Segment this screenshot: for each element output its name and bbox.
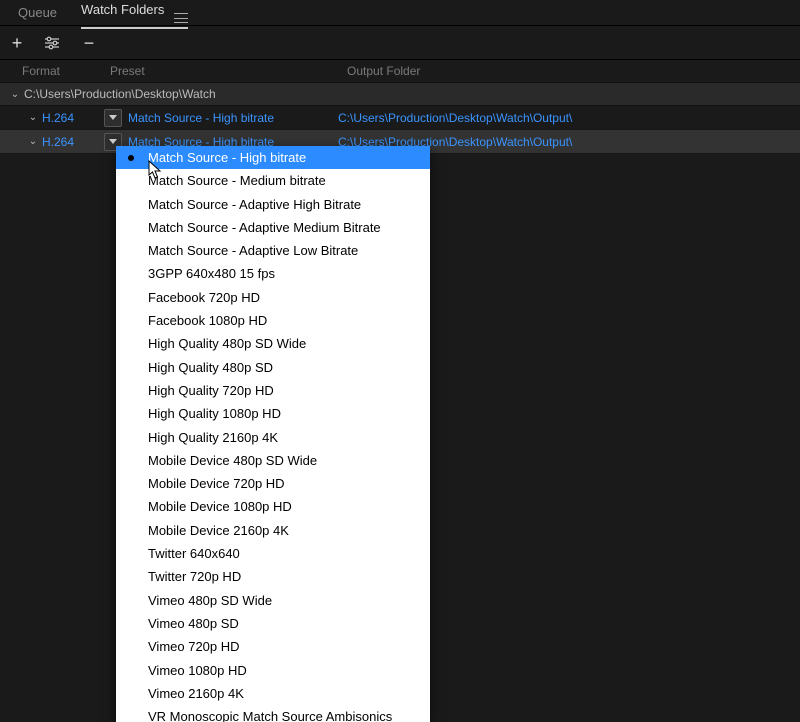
output-folder-link[interactable]: C:\Users\Production\Desktop\Watch\Output… bbox=[338, 111, 572, 125]
folder-path: C:\Users\Production\Desktop\Watch bbox=[24, 87, 216, 101]
tab-watch-folders[interactable]: Watch Folders bbox=[81, 2, 188, 23]
column-headers: Format Preset Output Folder bbox=[0, 60, 800, 82]
preset-option[interactable]: Vimeo 2160p 4K bbox=[116, 682, 430, 705]
preset-option[interactable]: Mobile Device 720p HD bbox=[116, 472, 430, 495]
watch-folder-tree: ⌄ C:\Users\Production\Desktop\Watch ⌄ H.… bbox=[0, 82, 800, 154]
row-disclosure-icon[interactable]: ⌄ bbox=[24, 112, 42, 123]
preset-option[interactable]: Mobile Device 2160p 4K bbox=[116, 519, 430, 542]
preset-option[interactable]: High Quality 720p HD bbox=[116, 379, 430, 402]
folder-disclosure-icon[interactable]: ⌄ bbox=[6, 89, 24, 100]
preset-option[interactable]: High Quality 2160p 4K bbox=[116, 426, 430, 449]
preset-link[interactable]: Match Source - High bitrate bbox=[128, 111, 338, 125]
row-disclosure-icon[interactable]: ⌄ bbox=[24, 136, 42, 147]
preset-option[interactable]: Match Source - Adaptive Medium Bitrate bbox=[116, 216, 430, 239]
format-link[interactable]: H.264 bbox=[42, 111, 104, 125]
preset-option[interactable]: VR Monoscopic Match Source Ambisonics bbox=[116, 705, 430, 722]
preset-dropdown-trigger[interactable] bbox=[104, 109, 122, 127]
preset-option[interactable]: High Quality 480p SD bbox=[116, 356, 430, 379]
preset-option[interactable]: High Quality 1080p HD bbox=[116, 402, 430, 425]
preset-option[interactable]: 3GPP 640x480 15 fps bbox=[116, 262, 430, 285]
preset-option[interactable]: Twitter 640x640 bbox=[116, 542, 430, 565]
preset-option[interactable]: Facebook 1080p HD bbox=[116, 309, 430, 332]
tab-watch-folders-label: Watch Folders bbox=[81, 2, 164, 17]
preset-option[interactable]: Vimeo 720p HD bbox=[116, 635, 430, 658]
preset-option[interactable]: Match Source - Adaptive Low Bitrate bbox=[116, 239, 430, 262]
preset-option[interactable]: Facebook 720p HD bbox=[116, 286, 430, 309]
add-button[interactable]: + bbox=[8, 34, 26, 52]
output-row[interactable]: ⌄ H.264 Match Source - High bitrate C:\U… bbox=[0, 106, 800, 130]
toolbar: + − bbox=[0, 26, 800, 60]
preset-option[interactable]: Match Source - Adaptive High Bitrate bbox=[116, 193, 430, 216]
preset-option[interactable]: Match Source - Medium bitrate bbox=[116, 169, 430, 192]
preset-option[interactable]: Vimeo 1080p HD bbox=[116, 659, 430, 682]
panel-menu-icon[interactable] bbox=[174, 13, 188, 23]
preset-option[interactable]: Mobile Device 480p SD Wide bbox=[116, 449, 430, 472]
folder-row[interactable]: ⌄ C:\Users\Production\Desktop\Watch bbox=[0, 82, 800, 106]
chevron-down-icon bbox=[109, 115, 117, 120]
top-tab-bar: Queue Watch Folders bbox=[0, 0, 800, 26]
format-link[interactable]: H.264 bbox=[42, 135, 104, 149]
preset-option[interactable]: Vimeo 480p SD Wide bbox=[116, 589, 430, 612]
preset-option[interactable]: High Quality 480p SD Wide bbox=[116, 332, 430, 355]
tab-queue[interactable]: Queue bbox=[18, 5, 57, 20]
remove-button[interactable]: − bbox=[80, 34, 98, 52]
preset-option[interactable]: Match Source - High bitrate bbox=[116, 146, 430, 169]
chevron-down-icon bbox=[109, 139, 117, 144]
preset-dropdown-list[interactable]: Match Source - High bitrateMatch Source … bbox=[116, 146, 430, 722]
preset-option[interactable]: Twitter 720p HD bbox=[116, 565, 430, 588]
preset-option[interactable]: Vimeo 480p SD bbox=[116, 612, 430, 635]
settings-sliders-icon[interactable] bbox=[44, 36, 62, 50]
preset-option[interactable]: Mobile Device 1080p HD bbox=[116, 495, 430, 518]
header-preset: Preset bbox=[110, 64, 347, 78]
header-format: Format bbox=[22, 64, 110, 78]
header-output: Output Folder bbox=[347, 64, 794, 78]
